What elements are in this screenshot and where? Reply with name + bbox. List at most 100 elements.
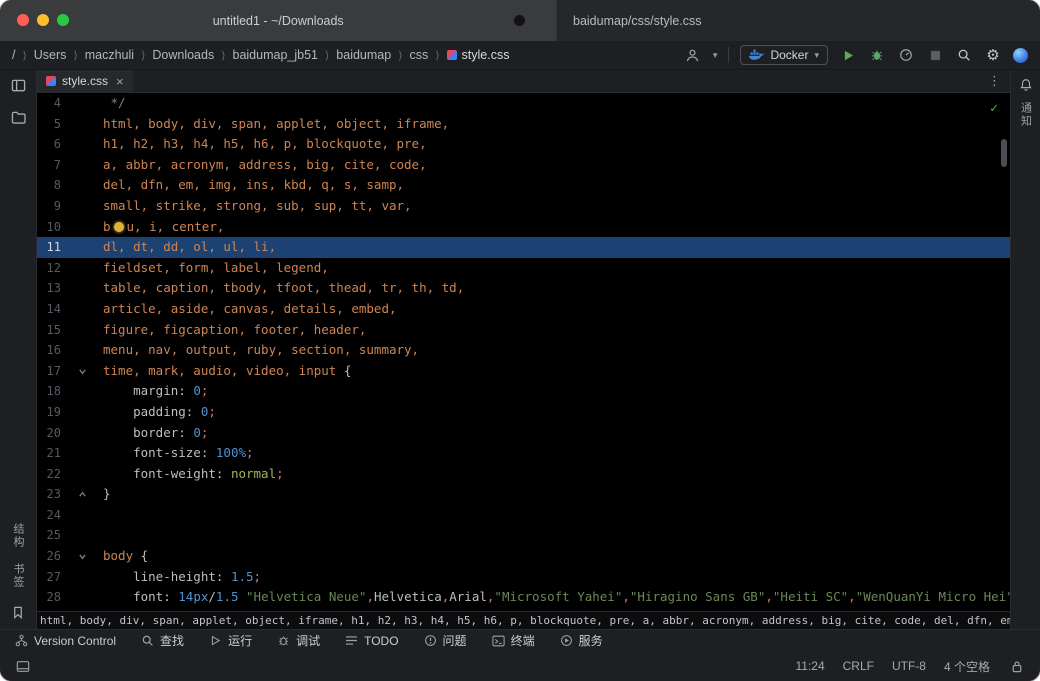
tab-close-icon[interactable]: ×: [116, 74, 124, 89]
code-line[interactable]: 19 padding: 0;: [37, 402, 1010, 423]
cursor-position[interactable]: 11:24: [796, 659, 825, 673]
breadcrumb-item[interactable]: baidumap: [336, 48, 391, 62]
editor-scrollbar[interactable]: [1001, 139, 1007, 167]
code-line[interactable]: 23}: [37, 484, 1010, 505]
line-number[interactable]: 21: [37, 443, 61, 464]
tool-item-version-control[interactable]: Version Control: [14, 633, 116, 648]
line-number[interactable]: 11: [37, 237, 61, 258]
code-line[interactable]: 20 border: 0;: [37, 423, 1010, 444]
fold-marker-icon[interactable]: [61, 484, 103, 505]
line-ending[interactable]: CRLF: [843, 659, 874, 673]
bookmark-flag-icon[interactable]: [9, 603, 27, 621]
tab-options-icon[interactable]: ⋮: [979, 73, 1010, 89]
inspection-ok-icon[interactable]: ✓: [990, 101, 998, 116]
code-line[interactable]: 24: [37, 505, 1010, 526]
folder-icon[interactable]: [9, 108, 27, 126]
tool-item-run[interactable]: 运行: [208, 632, 252, 649]
line-number[interactable]: 25: [37, 525, 61, 546]
line-number[interactable]: 7: [37, 155, 61, 176]
breadcrumb-item[interactable]: /: [12, 48, 15, 62]
line-number[interactable]: 5: [37, 114, 61, 135]
code-line[interactable]: 21 font-size: 100%;: [37, 443, 1010, 464]
code-line[interactable]: 9small, strike, strong, sub, sup, tt, va…: [37, 196, 1010, 217]
profiler-button[interactable]: [897, 46, 915, 64]
run-config-selector[interactable]: Docker ▾: [740, 45, 828, 65]
lock-icon[interactable]: [1008, 657, 1026, 675]
line-number[interactable]: 22: [37, 464, 61, 485]
bookmarks-tool-label[interactable]: 书签: [10, 563, 26, 589]
run-button[interactable]: [839, 46, 857, 64]
code-line[interactable]: 22 font-weight: normal;: [37, 464, 1010, 485]
code-line[interactable]: 8del, dfn, em, img, ins, kbd, q, s, samp…: [37, 175, 1010, 196]
tool-item-services[interactable]: 服务: [559, 632, 603, 649]
line-number[interactable]: 10: [37, 217, 61, 238]
line-number[interactable]: 19: [37, 402, 61, 423]
line-number[interactable]: 28: [37, 587, 61, 608]
file-encoding[interactable]: UTF-8: [892, 659, 926, 673]
line-number[interactable]: 4: [37, 93, 61, 114]
code-line[interactable]: 16menu, nav, output, ruby, section, summ…: [37, 340, 1010, 361]
user-profile-icon[interactable]: [684, 46, 702, 64]
ai-assistant-icon[interactable]: [1013, 48, 1028, 63]
debug-button[interactable]: [868, 46, 886, 64]
code-line[interactable]: 5html, body, div, span, applet, object, …: [37, 114, 1010, 135]
notifications-bell-icon[interactable]: [1017, 76, 1035, 94]
code-line[interactable]: 6h1, h2, h3, h4, h5, h6, p, blockquote, …: [37, 134, 1010, 155]
code-line[interactable]: 26body {: [37, 546, 1010, 567]
line-number[interactable]: 23: [37, 484, 61, 505]
code-line[interactable]: 27 line-height: 1.5;: [37, 567, 1010, 588]
user-dropdown-caret-icon[interactable]: ▾: [713, 50, 718, 61]
breadcrumb-item[interactable]: Users: [34, 48, 67, 62]
breadcrumb-item[interactable]: baidumap_jb51: [233, 48, 319, 62]
tool-item-find[interactable]: 查找: [140, 632, 184, 649]
code-line[interactable]: 18 margin: 0;: [37, 381, 1010, 402]
notifications-tool-label[interactable]: 通知: [1018, 102, 1034, 128]
fold-marker-icon[interactable]: [61, 361, 103, 382]
tool-item-debug[interactable]: 调试: [276, 632, 320, 649]
tab-style-css[interactable]: style.css ×: [37, 70, 133, 93]
line-number[interactable]: 17: [37, 361, 61, 382]
line-number[interactable]: 9: [37, 196, 61, 217]
code-line[interactable]: 15figure, figcaption, footer, header,: [37, 320, 1010, 341]
code-line[interactable]: 12fieldset, form, label, legend,: [37, 258, 1010, 279]
breadcrumb-item[interactable]: style.css: [447, 48, 510, 62]
line-number[interactable]: 18: [37, 381, 61, 402]
line-number[interactable]: 20: [37, 423, 61, 444]
code-line[interactable]: 4 */: [37, 93, 1010, 114]
structure-tool-label[interactable]: 结构: [10, 523, 26, 549]
code-editor[interactable]: 4 */5html, body, div, span, applet, obje…: [37, 93, 1010, 611]
fold-marker-icon[interactable]: [61, 546, 103, 567]
stop-button[interactable]: [926, 46, 944, 64]
line-number[interactable]: 16: [37, 340, 61, 361]
line-number[interactable]: 6: [37, 134, 61, 155]
line-number[interactable]: 13: [37, 278, 61, 299]
code-line[interactable]: 13table, caption, tbody, tfoot, thead, t…: [37, 278, 1010, 299]
code-line[interactable]: 28 font: 14px/1.5 "Helvetica Neue",Helve…: [37, 587, 1010, 608]
search-everywhere-icon[interactable]: [955, 46, 973, 64]
code-line[interactable]: 10bu, i, center,: [37, 217, 1010, 238]
breadcrumb-item[interactable]: Downloads: [152, 48, 214, 62]
code-line[interactable]: 7a, abbr, acronym, address, big, cite, c…: [37, 155, 1010, 176]
line-number[interactable]: 14: [37, 299, 61, 320]
code-line[interactable]: 14article, aside, canvas, details, embed…: [37, 299, 1010, 320]
project-tool-icon[interactable]: [9, 76, 27, 94]
line-number[interactable]: 8: [37, 175, 61, 196]
tool-item-problems[interactable]: 问题: [423, 632, 467, 649]
intention-bulb-icon[interactable]: [114, 222, 124, 232]
code-line[interactable]: 17time, mark, audio, video, input {: [37, 361, 1010, 382]
line-number[interactable]: 15: [37, 320, 61, 341]
line-number[interactable]: 24: [37, 505, 61, 526]
line-number[interactable]: 26: [37, 546, 61, 567]
code-line[interactable]: 11dl, dt, dd, ol, ul, li,: [37, 237, 1010, 258]
tool-window-toggle-icon[interactable]: [14, 657, 32, 675]
breadcrumb-item[interactable]: css: [410, 48, 429, 62]
settings-gear-icon[interactable]: ⚙: [984, 46, 1002, 64]
line-number[interactable]: 27: [37, 567, 61, 588]
code-line[interactable]: 25: [37, 525, 1010, 546]
sticky-context-line[interactable]: html, body, div, span, applet, object, i…: [37, 611, 1010, 629]
indent-setting[interactable]: 4 个空格: [944, 658, 990, 675]
breadcrumb-item[interactable]: maczhuli: [85, 48, 134, 62]
line-number[interactable]: 12: [37, 258, 61, 279]
tool-item-terminal[interactable]: 终端: [491, 632, 535, 649]
tool-item-todo[interactable]: TODO: [344, 633, 398, 648]
